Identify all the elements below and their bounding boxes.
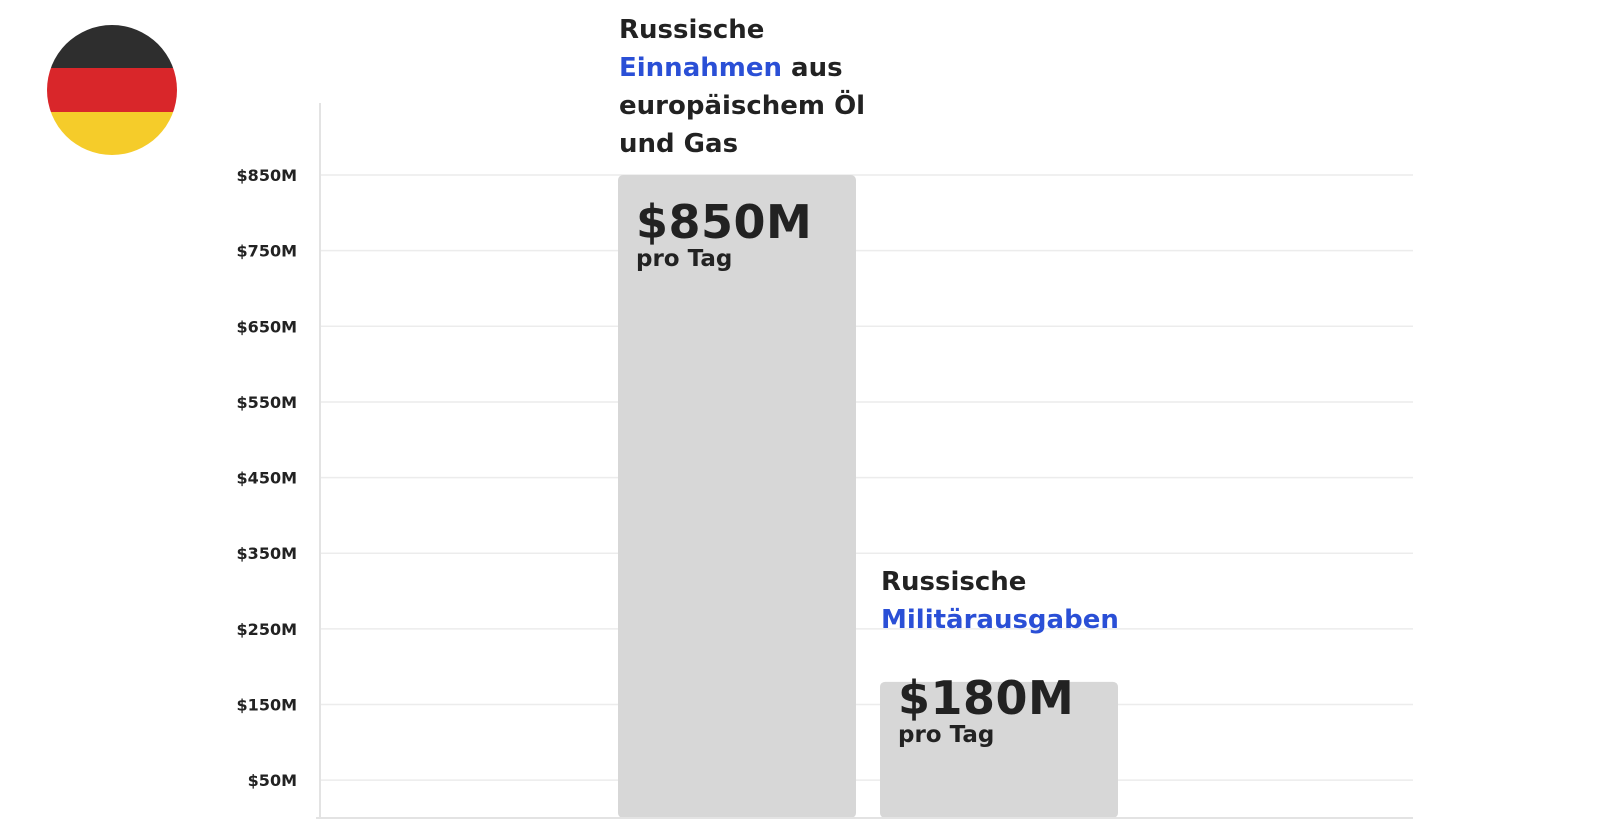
bar-unit: pro Tag [898, 722, 995, 748]
bar-value: $180M [898, 671, 1075, 725]
y-tick-label: $750M [237, 242, 297, 261]
bar-unit: pro Tag [636, 246, 733, 272]
y-tick-label: $50M [248, 771, 297, 790]
y-tick-label: $250M [237, 620, 297, 639]
caption-prefix: Russische [619, 15, 765, 45]
bar-value-label-einnahmen: $850M pro Tag [636, 197, 812, 271]
y-tick-label: $150M [237, 696, 297, 715]
bar-value: $850M [636, 195, 813, 249]
y-tick-label: $350M [237, 544, 297, 563]
caption-prefix: Russische [881, 567, 1027, 597]
y-tick-label: $850M [237, 166, 297, 185]
bar-value-label-militaerausgaben: $180M pro Tag [898, 673, 1074, 747]
y-tick-label: $550M [237, 393, 297, 412]
caption-highlight: Einnahmen [619, 53, 782, 83]
y-tick-label: $450M [237, 469, 297, 488]
bar-caption-militaerausgaben: Russische Militärausgaben [881, 563, 1221, 639]
y-tick-label: $650M [237, 317, 297, 336]
bar-caption-einnahmen: Russische Einnahmen aus europäischem Öl … [619, 11, 909, 163]
caption-highlight: Militärausgaben [881, 605, 1119, 635]
